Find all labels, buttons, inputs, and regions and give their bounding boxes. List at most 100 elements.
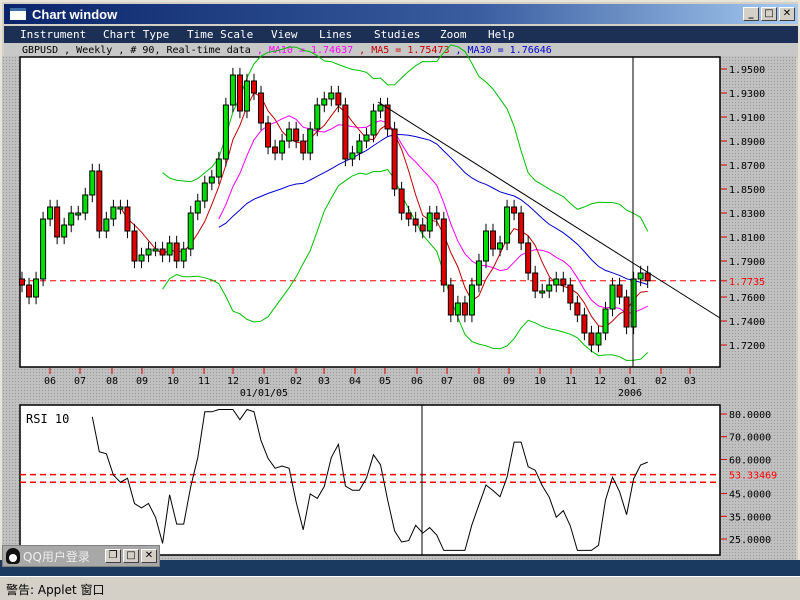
- rsi-tick-label: 60.0000: [729, 455, 771, 466]
- candle-body: [475, 260, 482, 286]
- rsi-tick-label: 25.0000: [729, 535, 771, 546]
- candle-body: [152, 248, 159, 252]
- candle-body: [630, 278, 637, 328]
- candle-body: [581, 314, 588, 334]
- qq-title: QQ用户登录: [23, 549, 90, 564]
- candle-body: [33, 278, 40, 298]
- rsi-tick-label: 35.0000: [729, 512, 771, 523]
- candle-body: [602, 308, 609, 334]
- candle-body: [377, 104, 384, 112]
- candle-body: [490, 230, 497, 250]
- qq-restore-button[interactable]: ❐: [105, 549, 121, 563]
- candle-body: [518, 212, 525, 244]
- rsi-tick-label: 45.0000: [729, 490, 771, 501]
- time-tick-label: 02: [290, 376, 302, 387]
- time-tick-label: 04: [349, 376, 361, 387]
- candle-body: [637, 272, 644, 280]
- candle-body: [243, 80, 250, 112]
- candle-body: [419, 224, 426, 232]
- time-tick-label: 06: [44, 376, 56, 387]
- candle-body: [222, 104, 229, 160]
- rsi-current-label: 53.33469: [729, 471, 777, 482]
- qq-login-window[interactable]: QQ用户登录 ❐ □ ✕: [2, 545, 160, 567]
- candle-body: [454, 302, 461, 316]
- price-tick-label: 1.7600: [729, 293, 765, 304]
- candle-body: [117, 206, 124, 210]
- candle-body: [623, 296, 630, 328]
- time-tick-label: 08: [106, 376, 118, 387]
- time-tick-label: 12: [594, 376, 606, 387]
- candle-body: [279, 140, 286, 154]
- candle-body: [159, 248, 166, 256]
- candle-body: [504, 206, 511, 244]
- candle-body: [124, 206, 131, 232]
- year-label: 2006: [618, 388, 642, 399]
- current-price-label: 1.7735: [729, 277, 765, 288]
- price-tick-label: 1.8300: [729, 209, 765, 220]
- time-tick-label: 03: [318, 376, 330, 387]
- price-tick-label: 1.8900: [729, 137, 765, 148]
- time-tick-label: 07: [441, 376, 453, 387]
- candle-body: [525, 242, 532, 274]
- price-tick-label: 1.8100: [729, 233, 765, 244]
- candle-body: [412, 218, 419, 226]
- price-tick-label: 1.8500: [729, 185, 765, 196]
- candle-body: [335, 92, 342, 106]
- candle-body: [194, 200, 201, 214]
- candle-body: [180, 248, 187, 262]
- candle-body: [644, 272, 651, 282]
- candle-body: [236, 74, 243, 112]
- qq-penguin-icon: [6, 548, 20, 564]
- candle-body: [328, 92, 335, 100]
- qq-maximize-button[interactable]: □: [123, 549, 139, 563]
- time-tick-label: 10: [167, 376, 179, 387]
- time-tick-label: 05: [379, 376, 391, 387]
- candle-body: [293, 128, 300, 142]
- candle-body: [187, 212, 194, 250]
- candle-body: [110, 206, 117, 220]
- time-tick-label: 02: [655, 376, 667, 387]
- chart-svg[interactable]: 1.9500 1.9300 1.9100 1.8900 1.8700 1.8500 1.83…: [0, 0, 800, 600]
- time-tick-label: 12: [227, 376, 239, 387]
- candle-body: [82, 194, 89, 214]
- qq-close-button[interactable]: ✕: [141, 549, 157, 563]
- candle-body: [307, 128, 314, 154]
- candle-body: [26, 284, 33, 298]
- candle-body: [89, 170, 96, 196]
- candle-body: [173, 242, 180, 262]
- candle-body: [166, 242, 173, 256]
- candle-body: [96, 170, 103, 232]
- candle-body: [349, 152, 356, 160]
- candle-body: [272, 146, 279, 154]
- candle-body: [616, 284, 623, 298]
- price-tick-label: 1.7200: [729, 341, 765, 352]
- candle-body: [208, 176, 215, 184]
- price-tick-label: 1.9300: [729, 89, 765, 100]
- candle-body: [532, 272, 539, 292]
- candle-body: [40, 218, 47, 280]
- candle-body: [447, 284, 454, 316]
- candle-body: [103, 218, 110, 232]
- candle-body: [398, 188, 405, 214]
- time-tick-label: 10: [534, 376, 546, 387]
- candle-body: [258, 92, 265, 124]
- candle-body: [54, 206, 61, 238]
- price-tick-label: 1.7900: [729, 257, 765, 268]
- candle-body: [356, 140, 363, 154]
- price-tick-label: 1.9500: [729, 65, 765, 76]
- candle-body: [609, 284, 616, 310]
- candle-body: [19, 278, 25, 286]
- status-bar: 警告: Applet 窗口: [0, 576, 800, 600]
- year-label: 01/01/05: [240, 388, 288, 399]
- candle-body: [539, 290, 546, 294]
- candle-body: [405, 212, 412, 220]
- time-tick-label: 06: [411, 376, 423, 387]
- candle-body: [433, 212, 440, 220]
- candle-body: [595, 332, 602, 346]
- candle-body: [131, 230, 138, 262]
- candle-body: [68, 212, 75, 226]
- time-tick-label: 09: [503, 376, 515, 387]
- time-tick-label: 01: [624, 376, 636, 387]
- time-tick-label: 07: [74, 376, 86, 387]
- candle-body: [468, 284, 475, 316]
